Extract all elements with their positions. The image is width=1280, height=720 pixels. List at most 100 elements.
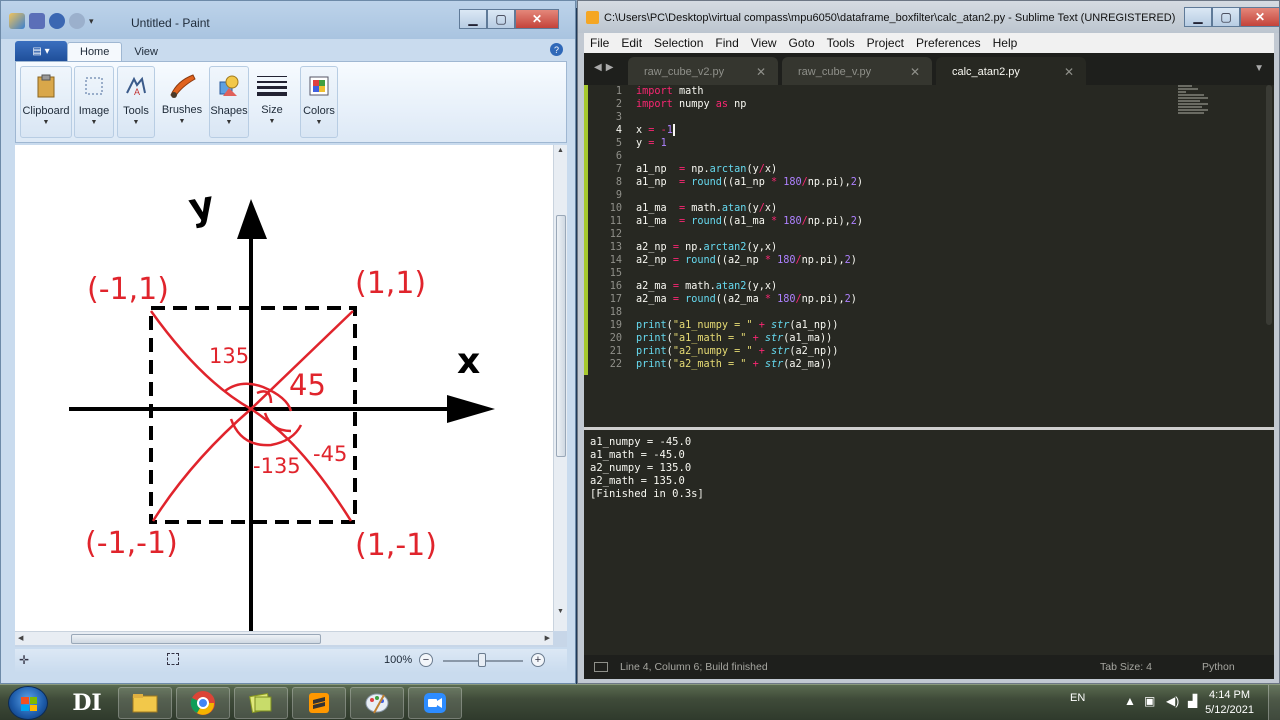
chevron-down-icon[interactable]: ▼ [1254, 63, 1264, 74]
panel-toggle-icon[interactable] [594, 662, 608, 672]
scroll-thumb[interactable] [556, 215, 566, 457]
device-icon[interactable]: ▣ [1144, 694, 1155, 708]
tab-home[interactable]: Home [67, 42, 123, 61]
paint-window-controls: ▁ ▢ ✕ [459, 9, 559, 29]
tab-size-status[interactable]: Tab Size: 4 [1100, 661, 1152, 673]
menu-help[interactable]: Help [987, 36, 1024, 50]
scroll-thumb[interactable] [71, 634, 321, 644]
scroll-left-arrow-icon[interactable]: ◀ [18, 634, 23, 642]
label-bottom-right: (1,-1) [355, 528, 437, 563]
zoom-out-button[interactable]: − [419, 653, 433, 667]
code-line: 3 [615, 112, 622, 123]
undo-icon[interactable] [49, 13, 65, 29]
taskbar-app-di[interactable]: DI [60, 687, 114, 719]
menu-view[interactable]: View [745, 36, 783, 50]
close-icon[interactable]: ✕ [756, 65, 766, 79]
clock[interactable]: 4:14 PM 5/12/2021 [1205, 688, 1254, 718]
chevron-down-icon: ▼ [178, 118, 186, 125]
paint-menu-button[interactable]: ▤ ▾ [15, 41, 67, 61]
minimap[interactable] [1178, 85, 1214, 125]
label-top-right: (1,1) [355, 266, 426, 301]
clipboard-group[interactable]: Clipboard ▼ [20, 66, 72, 138]
image-group[interactable]: Image ▼ [74, 66, 114, 138]
taskbar-notes[interactable] [234, 687, 288, 719]
menu-goto[interactable]: Goto [783, 36, 821, 50]
show-desktop-button[interactable] [1268, 685, 1280, 720]
tab-view[interactable]: View [122, 43, 170, 61]
colors-group[interactable]: Colors ▼ [300, 66, 338, 138]
menu-file[interactable]: File [584, 36, 615, 50]
code-line: 2 import numpy as np [615, 99, 747, 110]
close-button[interactable]: ✕ [1240, 7, 1280, 27]
shapes-group[interactable]: Shapes ▼ [209, 66, 249, 138]
menu-tools[interactable]: Tools [821, 36, 861, 50]
label-bottom-left: (-1,-1) [85, 526, 178, 561]
minimize-button[interactable]: ▁ [459, 9, 487, 29]
menu-project[interactable]: Project [861, 36, 910, 50]
system-tray: EN ▲ ▣ ◀) ▟ 4:14 PM 5/12/2021 [1070, 685, 1280, 720]
drawing-canvas[interactable]: y x (-1,1) (1,1) (-1,-1) (1,-1) 135 45 -… [15, 145, 553, 631]
build-output-panel: a1_numpy = -45.0 a1_math = -45.0 a2_nump… [584, 427, 1274, 653]
close-icon[interactable]: ✕ [1064, 65, 1074, 79]
help-icon[interactable]: ? [550, 43, 563, 56]
code-line: 1 import math [615, 86, 704, 97]
taskbar-paint[interactable] [350, 687, 404, 719]
scroll-right-arrow-icon[interactable]: ▶ [545, 634, 550, 642]
save-icon[interactable] [29, 13, 45, 29]
taskbar-explorer[interactable] [118, 687, 172, 719]
close-icon[interactable]: ✕ [910, 65, 920, 79]
canvas-vertical-scrollbar[interactable]: ▲ ▼ [553, 145, 567, 631]
code-line: 10 a1_ma = math. atan (y / x) [609, 203, 778, 214]
paint-status-bar: ✛ 100% − + [15, 649, 567, 673]
zoom-in-button[interactable]: + [531, 653, 545, 667]
brushes-group[interactable]: Brushes ▼ [158, 66, 206, 138]
code-editor[interactable]: 1 import math 2 import numpy as np 3 4x = … [592, 85, 1172, 371]
menu-edit[interactable]: Edit [615, 36, 648, 50]
y-axis-label: y [185, 182, 217, 230]
scroll-down-arrow-icon[interactable]: ▼ [557, 608, 564, 615]
minimize-button[interactable]: ▁ [1184, 7, 1212, 27]
build-output-text: a1_numpy = -45.0 a1_math = -45.0 a2_nump… [590, 436, 704, 500]
taskbar-zoom[interactable] [408, 687, 462, 719]
label-angle-135: 135 [209, 344, 249, 368]
size-group[interactable]: Size ▼ [252, 66, 292, 138]
clock-date: 5/12/2021 [1205, 704, 1254, 716]
tab-raw-cube-v[interactable]: raw_cube_v.py ✕ [782, 57, 932, 85]
code-line: 7 a1_np = np. arctan (y / x) [615, 164, 778, 175]
language-indicator[interactable]: EN [1070, 692, 1085, 704]
speaker-icon[interactable]: ◀) [1166, 694, 1179, 708]
x-axis-label: x [457, 341, 480, 382]
taskbar-sublime[interactable] [292, 687, 346, 719]
scroll-up-arrow-icon[interactable]: ▲ [557, 147, 564, 154]
angle-arc-neg45 [263, 412, 292, 433]
redo-icon[interactable] [69, 13, 85, 29]
show-hidden-icons-icon[interactable]: ▲ [1124, 694, 1136, 708]
tab-calc-atan2[interactable]: calc_atan2.py ✕ [936, 57, 1086, 85]
taskbar-chrome[interactable] [176, 687, 230, 719]
start-button[interactable] [8, 686, 48, 720]
code-line: 9 [615, 190, 622, 201]
tab-raw-cube-v2[interactable]: raw_cube_v2.py ✕ [628, 57, 778, 85]
zoom-slider-knob[interactable] [478, 653, 486, 667]
sublime-title-bar: C:\Users\PC\Desktop\virtual compass\mpu6… [578, 1, 1280, 33]
cursor-position-status: Line 4, Column 6; Build finished [620, 661, 768, 673]
menu-find[interactable]: Find [709, 36, 744, 50]
syntax-status[interactable]: Python [1202, 661, 1235, 673]
maximize-button[interactable]: ▢ [487, 9, 515, 29]
menu-preferences[interactable]: Preferences [910, 36, 987, 50]
brushes-label: Brushes [161, 104, 203, 116]
menu-selection[interactable]: Selection [648, 36, 709, 50]
tools-group[interactable]: A Tools ▼ [117, 66, 155, 138]
size-label: Size [261, 104, 283, 116]
chevron-down-icon: ▼ [315, 119, 323, 126]
qat-customize-icon[interactable]: ▾ [89, 16, 94, 29]
canvas-horizontal-scrollbar[interactable]: ◀ ▶ [15, 631, 553, 645]
tab-label: raw_cube_v2.py [644, 66, 725, 78]
tab-navigation-arrows-icon[interactable]: ◀▶ [594, 62, 617, 73]
paint-app-icon[interactable] [9, 13, 25, 29]
maximize-button[interactable]: ▢ [1212, 7, 1240, 27]
network-icon[interactable]: ▟ [1188, 694, 1197, 708]
close-button[interactable]: ✕ [515, 9, 559, 29]
editor-scrollbar[interactable] [1266, 85, 1272, 325]
chevron-down-icon: ▼ [90, 119, 98, 126]
